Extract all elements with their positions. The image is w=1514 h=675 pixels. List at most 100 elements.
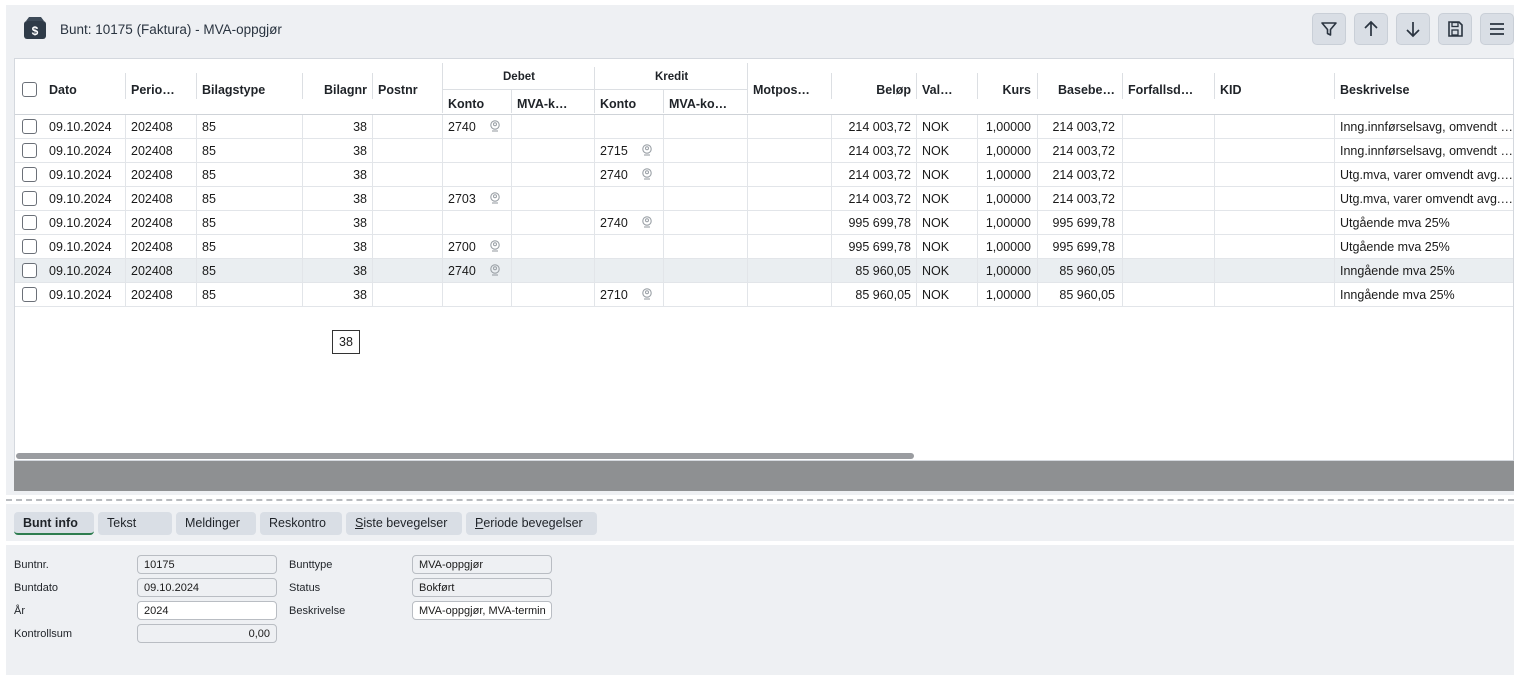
move-up-button[interactable] — [1354, 13, 1388, 45]
tab-siste-bevegelser[interactable]: Siste bevegelser — [346, 512, 462, 535]
cell-belop: 85 960,05 — [855, 288, 911, 302]
row-checkbox[interactable] — [22, 239, 37, 254]
cell-basebelop: 85 960,05 — [1059, 264, 1115, 278]
cell-periode: 202408 — [131, 264, 173, 278]
col-header-forfallsdato[interactable]: Forfallsd… — [1128, 83, 1193, 97]
filter-button[interactable] — [1312, 13, 1346, 45]
cell-valuta: NOK — [922, 168, 950, 182]
select-all-checkbox[interactable] — [22, 82, 37, 97]
row-checkbox[interactable] — [22, 191, 37, 206]
cell-basebelop: 214 003,72 — [1052, 144, 1115, 158]
cell-kredit-konto: 2740 — [600, 168, 628, 182]
cell-belop: 85 960,05 — [855, 264, 911, 278]
cell-belop: 214 003,72 — [848, 168, 911, 182]
table-row[interactable]: 09.10.2024 202408 85 38 2740 995 699,78 NOK 1,0… — [15, 211, 1513, 235]
cell-basebelop: 214 003,72 — [1052, 192, 1115, 206]
account-lookup-icon[interactable] — [489, 192, 501, 204]
table-row[interactable]: 09.10.2024 202408 85 38 2700 995 699,78 NOK 1,0… — [15, 235, 1513, 259]
cell-valuta: NOK — [922, 264, 950, 278]
beskrivelse-field[interactable]: MVA-oppgjør, MVA-termin — [412, 601, 552, 620]
row-checkbox[interactable] — [22, 215, 37, 230]
col-header-kurs[interactable]: Kurs — [979, 83, 1031, 97]
table-row[interactable]: 09.10.2024 202408 85 38 2715 214 003,72 NOK 1,0… — [15, 139, 1513, 163]
col-header-valuta[interactable]: Val… — [922, 83, 953, 97]
row-checkbox[interactable] — [22, 119, 37, 134]
row-checkbox[interactable] — [22, 167, 37, 182]
col-header-basebelop[interactable]: Basebe… — [1045, 83, 1115, 97]
col-header-beskrivelse[interactable]: Beskrivelse — [1340, 83, 1410, 97]
cell-kredit-konto: 2710 — [600, 288, 628, 302]
cell-kurs: 1,00000 — [985, 240, 1031, 254]
col-header-periode[interactable]: Perio… — [131, 83, 175, 97]
hamburger-menu-icon — [1490, 23, 1504, 35]
page-title: Bunt: 10175 (Faktura) - MVA-oppgjør — [60, 22, 282, 37]
tab-bunt-info[interactable]: Bunt info — [14, 512, 94, 535]
account-lookup-icon[interactable] — [489, 240, 501, 252]
account-lookup-icon[interactable] — [641, 144, 653, 156]
cell-kredit-konto: 2715 — [600, 144, 628, 158]
tab-meldinger[interactable]: Meldinger — [176, 512, 256, 535]
col-header-kredit-mva[interactable]: MVA-ko… — [669, 97, 727, 111]
move-down-button[interactable] — [1396, 13, 1430, 45]
cell-bilagstype: 85 — [202, 216, 216, 230]
row-checkbox[interactable] — [22, 143, 37, 158]
cell-bilagstype: 85 — [202, 264, 216, 278]
col-header-debet-konto[interactable]: Konto — [448, 97, 484, 111]
cell-bilagnr: 38 — [353, 120, 367, 134]
buntnr-label: Buntnr. — [14, 559, 49, 571]
save-icon — [1448, 21, 1463, 37]
table-row[interactable]: 09.10.2024 202408 85 38 2703 214 003,72 NOK 1,0… — [15, 187, 1513, 211]
tab-siste-bevegelser-rest: iste bevegelser — [363, 516, 448, 530]
svg-text:$: $ — [32, 24, 39, 38]
cell-dato: 09.10.2024 — [49, 168, 112, 182]
tab-periode-bevegelser-rest: eriode bevegelser — [483, 516, 583, 530]
row-checkbox[interactable] — [22, 287, 37, 302]
col-header-motpost[interactable]: Motpos… — [753, 83, 810, 97]
account-lookup-icon[interactable] — [489, 264, 501, 276]
col-header-kredit-konto[interactable]: Konto — [600, 97, 636, 111]
tab-periode-bevegelser[interactable]: Periode bevegelser — [466, 512, 597, 535]
tab-reskontro[interactable]: Reskontro — [260, 512, 342, 535]
splitter[interactable] — [6, 499, 1514, 501]
horizontal-scrollbar[interactable] — [16, 453, 914, 459]
tab-tekst[interactable]: Tekst — [98, 512, 172, 535]
arrow-up-icon — [1364, 20, 1378, 36]
col-header-bilagnr[interactable]: Bilagnr — [305, 83, 367, 97]
cell-beskrivelse: Inng.innførselsavg, omvendt … — [1340, 144, 1512, 158]
table-row[interactable]: 09.10.2024 202408 85 38 2710 85 960,05 NOK 1,00… — [15, 283, 1513, 307]
buntdato-label: Buntdato — [14, 582, 59, 594]
voucher-grid: Dato Perio… Bilagstype Bilagnr Postnr De… — [14, 58, 1514, 461]
cell-bilagstype: 85 — [202, 168, 216, 182]
cell-dato: 09.10.2024 — [49, 192, 112, 206]
cell-kurs: 1,00000 — [985, 264, 1031, 278]
col-header-postnr[interactable]: Postnr — [378, 83, 418, 97]
col-header-dato[interactable]: Dato — [49, 83, 77, 97]
col-header-belop[interactable]: Beløp — [855, 83, 911, 97]
table-row[interactable]: 09.10.2024 202408 85 38 2740 214 003,72 NOK 1,0… — [15, 163, 1513, 187]
cell-periode: 202408 — [131, 216, 173, 230]
col-header-kid[interactable]: KID — [1220, 83, 1242, 97]
cell-belop: 214 003,72 — [848, 120, 911, 134]
ar-field[interactable]: 2024 — [137, 601, 277, 620]
cell-valuta: NOK — [922, 120, 950, 134]
cell-kurs: 1,00000 — [985, 120, 1031, 134]
table-row[interactable]: 09.10.2024 202408 85 38 2740 85 960,05 NOK 1,00… — [15, 259, 1513, 283]
account-lookup-icon[interactable] — [641, 216, 653, 228]
account-lookup-icon[interactable] — [641, 288, 653, 300]
account-lookup-icon[interactable] — [489, 120, 501, 132]
table-row[interactable]: 09.10.2024 202408 85 38 2740 214 003,72 NOK 1,0… — [15, 115, 1513, 139]
col-header-debet-mva[interactable]: MVA-k… — [517, 97, 567, 111]
account-lookup-icon[interactable] — [641, 168, 653, 180]
cell-bilagstype: 85 — [202, 120, 216, 134]
cell-basebelop: 995 699,78 — [1052, 216, 1115, 230]
bilagnr-edit-field[interactable]: 38 — [332, 330, 360, 354]
save-button[interactable] — [1438, 13, 1472, 45]
cell-periode: 202408 — [131, 120, 173, 134]
col-header-bilagstype[interactable]: Bilagstype — [202, 83, 265, 97]
row-checkbox[interactable] — [22, 263, 37, 278]
cell-kurs: 1,00000 — [985, 288, 1031, 302]
cell-valuta: NOK — [922, 192, 950, 206]
cell-valuta: NOK — [922, 240, 950, 254]
kontrollsum-label: Kontrollsum — [14, 628, 73, 640]
menu-button[interactable] — [1480, 13, 1514, 45]
